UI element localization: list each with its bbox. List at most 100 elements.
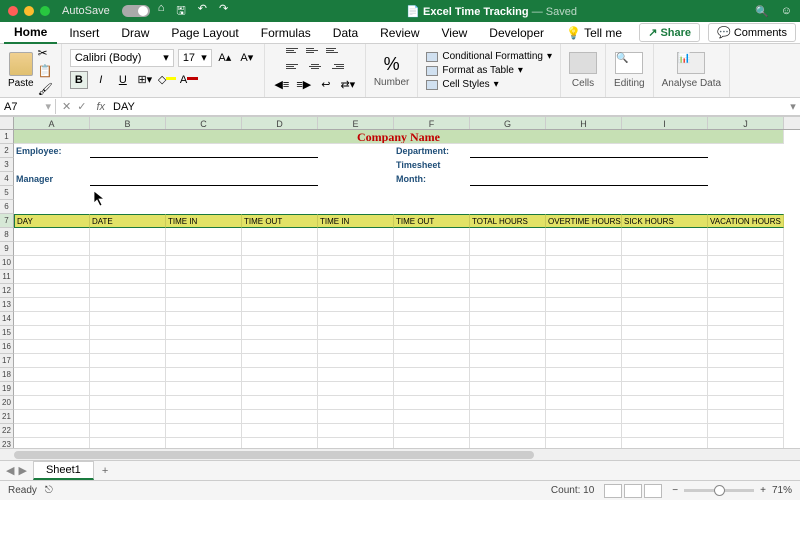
format-as-table-button[interactable]: Format as Table ▾ [426,65,523,76]
cell[interactable] [546,256,622,270]
cell[interactable] [708,144,784,158]
col-header-i[interactable]: I [622,117,708,129]
cell[interactable] [708,340,784,354]
col-header-b[interactable]: B [90,117,166,129]
cell[interactable]: Timesheet [394,158,470,172]
row-header-3[interactable]: 3 [0,158,14,172]
cell[interactable] [708,284,784,298]
sheet-tab-sheet1[interactable]: Sheet1 [33,461,94,480]
add-sheet-button[interactable]: + [94,463,116,479]
copy-icon[interactable]: 📋 [38,64,53,78]
cell[interactable] [622,326,708,340]
cell[interactable] [546,228,622,242]
cell[interactable] [394,256,470,270]
cell[interactable] [546,312,622,326]
cell[interactable] [90,284,166,298]
row-header-11[interactable]: 11 [0,270,14,284]
tab-page-layout[interactable]: Page Layout [161,23,248,43]
bold-button[interactable]: B [70,71,88,89]
cell[interactable] [470,326,546,340]
cell[interactable] [394,410,470,424]
cell[interactable] [394,382,470,396]
view-page-layout-icon[interactable] [624,484,642,498]
cell[interactable] [14,186,90,200]
formula-input[interactable]: DAY [109,100,786,114]
comments-button[interactable]: 💬 Comments [708,23,796,42]
cell[interactable] [622,438,708,448]
cell[interactable] [242,438,318,448]
col-header-g[interactable]: G [470,117,546,129]
cell[interactable] [166,438,242,448]
cell[interactable] [242,424,318,438]
row-header-8[interactable]: 8 [0,228,14,242]
cell[interactable] [708,172,784,186]
home-icon[interactable]: ⌂ [158,2,165,21]
cell[interactable] [546,382,622,396]
accessibility-icon[interactable]: ⎋ [45,485,53,496]
row-header-5[interactable]: 5 [0,186,14,200]
italic-button[interactable]: I [92,71,110,89]
cell[interactable] [470,382,546,396]
cell[interactable] [546,326,622,340]
cell[interactable] [242,298,318,312]
cell[interactable] [622,368,708,382]
tell-me[interactable]: 💡 Tell me [556,23,632,43]
align-center-icon[interactable] [306,60,324,74]
minimize-icon[interactable] [24,6,34,16]
cell[interactable] [470,158,708,172]
cell[interactable] [318,242,394,256]
cell[interactable] [14,396,90,410]
fill-color-button[interactable]: ◇ [158,71,176,89]
cell[interactable] [90,298,166,312]
decrease-indent-icon[interactable]: ◀≡ [273,76,291,94]
cell[interactable] [166,424,242,438]
cell[interactable] [14,158,90,172]
cell[interactable] [166,396,242,410]
tab-draw[interactable]: Draw [111,23,159,43]
redo-icon[interactable]: ↷ [219,2,228,21]
cell[interactable] [318,340,394,354]
cell[interactable]: Month: [394,172,470,186]
cell[interactable] [708,270,784,284]
undo-icon[interactable]: ↶ [198,2,207,21]
cell[interactable] [14,228,90,242]
cell[interactable] [622,340,708,354]
company-name[interactable]: Company Name [14,130,784,144]
cell[interactable] [394,242,470,256]
cell[interactable] [242,228,318,242]
cell[interactable] [14,284,90,298]
cell[interactable] [546,242,622,256]
cell[interactable] [14,354,90,368]
enter-formula-icon[interactable]: ✓ [77,100,86,113]
col-header-c[interactable]: C [166,117,242,129]
cell[interactable] [708,396,784,410]
cell[interactable] [166,368,242,382]
cell[interactable] [166,326,242,340]
font-size-select[interactable]: 17▾ [178,49,212,67]
cell[interactable] [90,396,166,410]
cell[interactable] [90,326,166,340]
cell[interactable] [242,410,318,424]
align-left-icon[interactable] [286,60,304,74]
cell[interactable]: Manager [14,172,90,186]
paste-button[interactable]: Paste [8,52,34,89]
header-vacation-hours[interactable]: VACATION HOURS [708,214,784,228]
cell[interactable] [14,326,90,340]
header-total-hours[interactable]: TOTAL HOURS [470,214,546,228]
conditional-formatting-button[interactable]: Conditional Formatting ▾ [426,51,552,62]
fx-icon[interactable]: fx [96,101,105,113]
cell[interactable] [546,438,622,448]
format-painter-icon[interactable]: 🖌 [38,82,53,96]
cell[interactable] [708,438,784,448]
cell[interactable] [708,200,784,214]
cell[interactable] [470,438,546,448]
row-header-18[interactable]: 18 [0,368,14,382]
cell[interactable] [318,200,394,214]
cell[interactable] [708,158,784,172]
cell[interactable] [394,326,470,340]
zoom-control[interactable]: − + 71% [672,485,792,496]
maximize-icon[interactable] [40,6,50,16]
cell[interactable] [622,284,708,298]
align-top-icon[interactable] [286,44,304,58]
col-header-a[interactable]: A [14,117,90,129]
